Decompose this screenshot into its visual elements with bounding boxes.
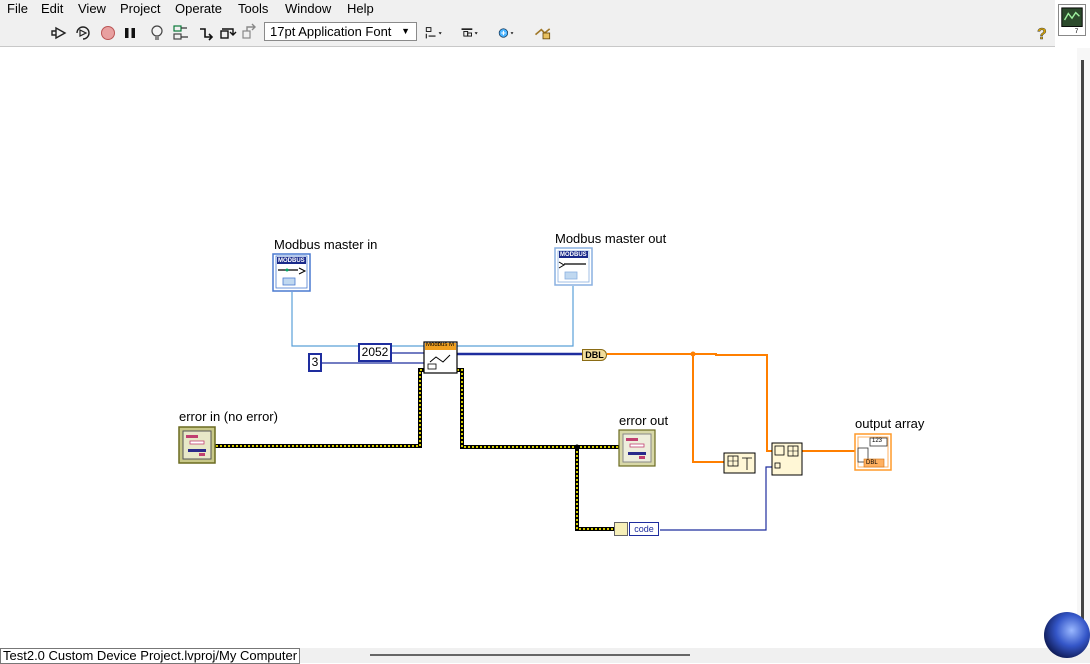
- error-wire-in[interactable]: [212, 368, 424, 448]
- error-out-label: error out: [619, 413, 669, 428]
- unbundle-icon: [614, 522, 628, 536]
- modbus-out-badge: MODBUS: [560, 252, 587, 258]
- code-field: code: [629, 522, 659, 536]
- block-diagram: [178, 247, 892, 531]
- error-wire-out[interactable]: [457, 368, 619, 449]
- error-wire-code[interactable]: [575, 447, 614, 531]
- wire-junction: [690, 351, 696, 357]
- double-wire-branch[interactable]: [692, 354, 724, 463]
- error-in-label: error in (no error): [179, 409, 278, 424]
- project-path[interactable]: Test2.0 Custom Device Project.lvproj/My …: [0, 648, 301, 664]
- error-in-control[interactable]: [178, 426, 216, 464]
- output-array-label: output array: [855, 416, 925, 431]
- array-badge: 123: [872, 438, 883, 444]
- subvi-label: Modbus M: [426, 342, 455, 348]
- refnum-wire-out[interactable]: [457, 286, 574, 347]
- array-size-function[interactable]: [723, 452, 756, 474]
- error-out-indicator[interactable]: [618, 429, 656, 467]
- array-type: DBL: [866, 460, 878, 466]
- status-bar: Test2.0 Custom Device Project.lvproj/My …: [0, 648, 1090, 664]
- labview-logo-icon: [1044, 612, 1090, 658]
- count-constant[interactable]: 3: [308, 353, 322, 372]
- vertical-scrollbar[interactable]: [1077, 48, 1090, 648]
- horizontal-scrollbar[interactable]: [370, 654, 690, 656]
- master-in-label: Modbus master in: [274, 237, 378, 252]
- address-constant[interactable]: 2052: [358, 343, 392, 362]
- vertical-scrollbar-thumb[interactable]: [1081, 60, 1084, 640]
- to-double-node[interactable]: DBL: [582, 349, 607, 361]
- error-junction: [574, 444, 580, 450]
- modbus-in-badge: MODBUS: [278, 258, 305, 264]
- code-wire[interactable]: [660, 466, 772, 531]
- refnum-wire[interactable]: [291, 292, 424, 347]
- build-array-function[interactable]: [771, 442, 803, 476]
- unbundle-code-node[interactable]: code: [614, 522, 660, 537]
- master-out-label: Modbus master out: [555, 231, 667, 246]
